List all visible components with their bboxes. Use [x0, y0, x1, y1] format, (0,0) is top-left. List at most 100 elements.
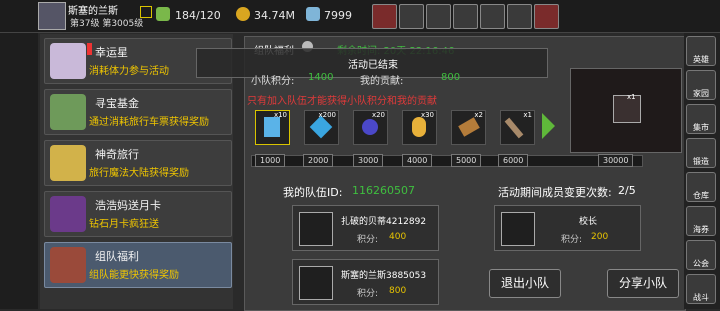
scroll-icon: [458, 117, 480, 137]
milestone-label: 30000: [598, 154, 634, 167]
nav-battle-button[interactable]: 战斗: [686, 274, 716, 304]
side-item-title: 神奇旅行: [95, 148, 139, 161]
my-contrib-label: 我的贡献:: [360, 76, 404, 87]
lightning-icon: [264, 117, 280, 137]
gem-icon: [306, 7, 320, 21]
event-button[interactable]: [534, 4, 559, 29]
gem-value: 7999: [324, 9, 352, 22]
nav-warehouse-button[interactable]: 仓库: [686, 172, 716, 202]
purple-orb-icon: [362, 119, 378, 135]
quit-team-button[interactable]: 退出小队: [489, 269, 561, 298]
member-change-label: 活动期间成员变更次数:: [498, 186, 612, 199]
milestone-label: 6000: [498, 154, 529, 167]
reward-slot[interactable]: x20: [353, 110, 388, 145]
side-item-title: 组队福利: [95, 250, 139, 263]
player-name: 斯塞的兰斯: [68, 6, 118, 17]
nav-guild-button[interactable]: 公会: [686, 240, 716, 270]
side-item-sub: 组队能更快获得奖励: [89, 270, 179, 281]
hammer-icon: [504, 117, 524, 139]
team-id-label: 我的队伍ID:: [283, 186, 343, 199]
team-points-value: 1400: [308, 72, 334, 83]
milestone-label: 3000: [353, 154, 384, 167]
milestone-label: 1000: [255, 154, 286, 167]
member-name: 校长: [579, 217, 598, 227]
side-item-month-card[interactable]: 浩浩妈送月卡 钻石月卡疯狂送: [44, 191, 232, 237]
wheel-button[interactable]: [507, 4, 532, 29]
nav-hero-button[interactable]: 英雄: [686, 36, 716, 66]
nav-home-button[interactable]: 家园: [686, 70, 716, 100]
member-card[interactable]: 斯塞的兰斯3885053 积分: 800: [292, 259, 439, 305]
ended-text: 活动已结束: [348, 60, 398, 71]
side-item-treasure-fund[interactable]: 寻宝基金 通过消耗旅行车票获得奖励: [44, 89, 232, 135]
player-avatar[interactable]: [38, 2, 66, 30]
nav-label: 集市: [693, 123, 709, 132]
gold-value: 34.74M: [254, 9, 295, 22]
nav-label: 锻造: [693, 157, 709, 166]
item-count: x10: [273, 111, 287, 119]
team-points-label: 小队积分:: [251, 76, 295, 87]
item-count: x30: [420, 111, 434, 119]
star-icon: [50, 43, 86, 79]
alert-icon: [87, 43, 92, 55]
gem-icon: [309, 115, 333, 139]
ticket-icon: [50, 145, 86, 181]
reward-slot[interactable]: x30: [402, 110, 437, 145]
reward-preview: x1: [570, 68, 682, 153]
milestone-label: 5000: [451, 154, 482, 167]
side-item-sub: 旅行魔法大陆获得奖励: [89, 168, 189, 179]
side-item-team-welfare[interactable]: 组队福利 组队能更快获得奖励: [44, 242, 232, 288]
side-item-sub: 通过消耗旅行车票获得奖励: [89, 117, 209, 128]
member-points: 400: [389, 232, 407, 242]
reward-slot[interactable]: x200: [304, 110, 339, 145]
member-avatar: [501, 212, 535, 246]
nav-label: 战斗: [693, 293, 709, 302]
edit-name-icon[interactable]: [140, 6, 152, 18]
nav-coupon-button[interactable]: 海券: [686, 206, 716, 236]
item-count: x200: [318, 111, 336, 119]
player-level: 第37级 第3005级: [70, 19, 144, 29]
side-item-title: 幸运星: [95, 46, 128, 59]
side-item-title: 寻宝基金: [95, 97, 139, 110]
member-card[interactable]: 扎破的贝蒂4212892 积分: 400: [292, 205, 439, 251]
side-item-magic-travel[interactable]: 神奇旅行 旅行魔法大陆获得奖励: [44, 140, 232, 186]
item-count: x2: [474, 111, 483, 119]
reward-slot[interactable]: x2: [451, 110, 486, 145]
member-name: 扎破的贝蒂4212892: [341, 217, 427, 227]
member-card[interactable]: 校长 积分: 200: [494, 205, 641, 251]
member-points-label: 积分:: [357, 289, 379, 299]
nav-label: 家园: [693, 89, 709, 98]
next-arrow-icon[interactable]: [542, 113, 555, 139]
member-avatar: [299, 266, 333, 300]
shop-button[interactable]: [372, 4, 397, 29]
milestone-label: 2000: [303, 154, 334, 167]
mail-button[interactable]: [399, 4, 424, 29]
gold-icon: [236, 7, 250, 21]
member-name: 斯塞的兰斯3885053: [341, 271, 427, 281]
share-team-button[interactable]: 分享小队: [607, 269, 679, 298]
nav-label: 公会: [693, 259, 709, 268]
nav-forge-button[interactable]: 锻造: [686, 138, 716, 168]
reward-slot[interactable]: x1: [500, 110, 535, 145]
nav-label: 英雄: [693, 55, 709, 64]
reward-slot[interactable]: x10: [255, 110, 290, 145]
card-icon: [50, 196, 86, 232]
money-bag-icon: [50, 94, 86, 130]
nav-label: 仓库: [693, 191, 709, 200]
gamepad-button[interactable]: [426, 4, 451, 29]
egg-icon: [412, 117, 426, 137]
left-strip: [0, 33, 38, 309]
member-points: 800: [389, 286, 407, 296]
member-avatar: [299, 212, 333, 246]
nav-market-button[interactable]: 集市: [686, 104, 716, 134]
stamina-icon: [156, 7, 170, 21]
member-change-count: 2/5: [618, 184, 636, 197]
settings-button[interactable]: [453, 4, 478, 29]
join-notice: 只有加入队伍才能获得小队积分和我的贡献: [247, 96, 437, 107]
nav-label: 海券: [693, 225, 709, 234]
chest-icon: [50, 247, 86, 283]
item-count: x1: [523, 111, 532, 119]
gift-button[interactable]: [480, 4, 505, 29]
milestone-label: 4000: [402, 154, 433, 167]
side-item-sub: 消耗体力参与活动: [89, 66, 169, 77]
item-count: x20: [371, 111, 385, 119]
